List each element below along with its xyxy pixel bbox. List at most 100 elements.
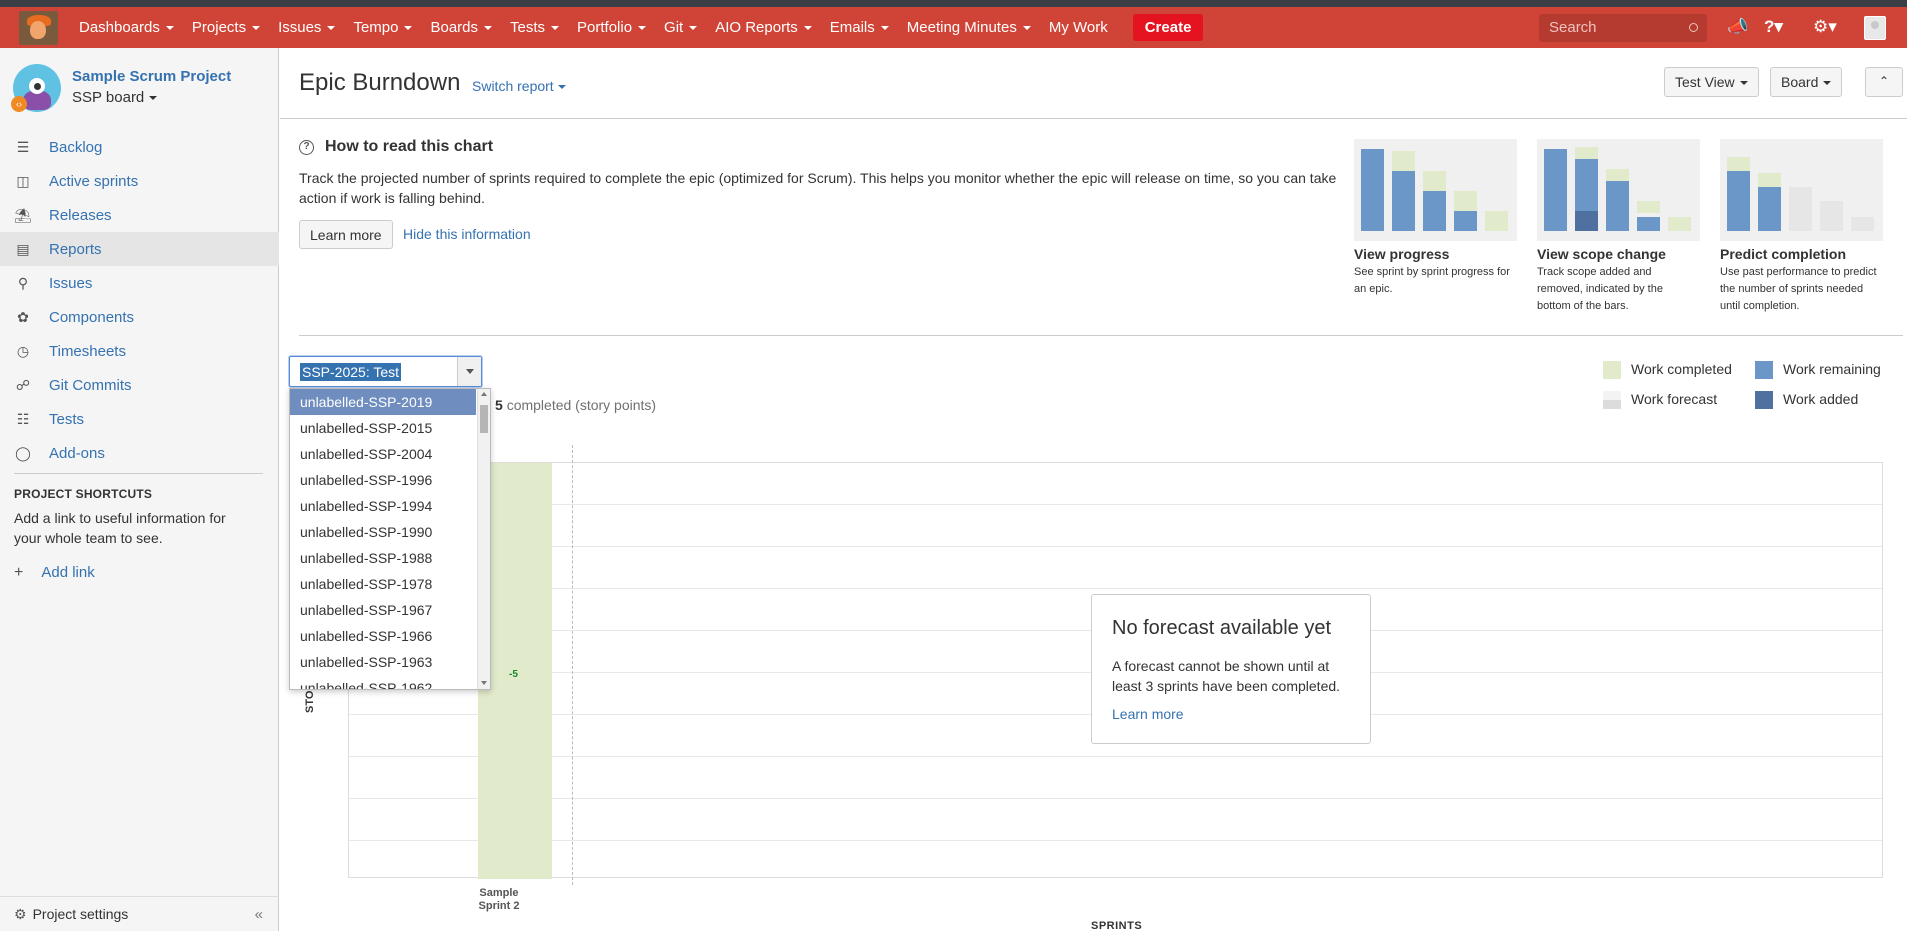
scrollbar-thumb[interactable] [480, 405, 488, 433]
legend-label: Work added [1783, 391, 1859, 407]
test-view-label: Test View [1675, 74, 1735, 90]
caret-down-icon [689, 25, 698, 30]
scroll-down-icon[interactable] [481, 681, 487, 685]
nav-boards[interactable]: Boards [421, 7, 501, 48]
project-settings-link[interactable]: ⚙ Project settings « [0, 896, 279, 931]
nav-portfolio[interactable]: Portfolio [568, 7, 655, 48]
caret-down-icon [252, 25, 261, 30]
megaphone-icon[interactable]: 📣 [1727, 17, 1748, 37]
help-menu-icon[interactable]: ?▾ [1764, 17, 1783, 37]
nav-tests[interactable]: Tests [501, 7, 568, 48]
legend-work-remaining: Work remaining [1755, 361, 1881, 380]
project-shortcuts-heading: PROJECT SHORTCUTS [14, 487, 153, 501]
dropdown-option[interactable]: unlabelled-SSP-1967 [290, 597, 476, 623]
caret-down-icon [1022, 25, 1031, 30]
sidebar-item-backlog[interactable]: ☰ Backlog [0, 130, 279, 164]
git-commits-icon: ☍ [15, 377, 31, 393]
legend-swatch [1603, 361, 1621, 380]
jira-logo-icon[interactable] [19, 11, 58, 45]
header-divider [280, 118, 1907, 119]
sidebar-item-releases[interactable]: ⛱ Releases [0, 198, 279, 232]
project-avatar[interactable]: ‹› [11, 64, 61, 112]
nav-label: Emails [829, 19, 875, 36]
dropdown-option[interactable]: unlabelled-SSP-2015 [290, 415, 476, 441]
caret-down-icon [880, 25, 889, 30]
section-divider [299, 335, 1903, 336]
caret-down-icon [557, 85, 566, 90]
grid-line [349, 840, 1882, 841]
sidebar-item-label: Tests [49, 410, 85, 428]
dropdown-option[interactable]: unlabelled-SSP-1994 [290, 493, 476, 519]
sidebar-item-issues[interactable]: ⚲ Issues [0, 266, 279, 300]
learn-more-button[interactable]: Learn more [299, 220, 393, 249]
nav-tempo[interactable]: Tempo [344, 7, 421, 48]
top-navigation: Dashboards Projects Issues Tempo Boards … [0, 7, 1907, 48]
nav-aio-reports[interactable]: AIO Reports [706, 7, 821, 48]
nav-issues[interactable]: Issues [269, 7, 344, 48]
hide-information-link[interactable]: Hide this information [403, 226, 531, 242]
epic-select-value[interactable]: SSP-2025: Test [300, 363, 402, 381]
nav-label: Meeting Minutes [906, 19, 1017, 36]
dropdown-option[interactable]: unlabelled-SSP-1996 [290, 467, 476, 493]
settings-gear-icon[interactable]: ⚙▾ [1813, 17, 1837, 37]
board-selector[interactable]: SSP board [72, 89, 158, 106]
caret-down-icon [551, 25, 560, 30]
grid-line [349, 756, 1882, 757]
grid-line [349, 588, 1882, 589]
caret-down-icon [165, 25, 174, 30]
dropdown-scrollbar[interactable] [477, 389, 490, 689]
board-button[interactable]: Board [1770, 67, 1843, 97]
dropdown-option[interactable]: unlabelled-SSP-1966 [290, 623, 476, 649]
nav-my-work[interactable]: My Work [1040, 7, 1117, 48]
collapse-header-button[interactable]: ⌃ [1865, 67, 1903, 97]
dropdown-option[interactable]: unlabelled-SSP-2004 [290, 441, 476, 467]
switch-report-button[interactable]: Switch report [472, 78, 566, 94]
dropdown-option[interactable]: unlabelled-SSP-1962 [290, 675, 476, 689]
add-link-button[interactable]: + Add link [14, 564, 95, 582]
create-button[interactable]: Create [1132, 14, 1204, 41]
no-forecast-panel: No forecast available yet A forecast can… [1091, 594, 1371, 744]
sidebar-menu: ☰ Backlog ◫ Active sprints ⛱ Releases ▤ Repo… [0, 130, 279, 470]
dropdown-option[interactable]: unlabelled-SSP-2019 [290, 389, 476, 415]
nav-dashboards[interactable]: Dashboards [70, 7, 183, 48]
no-forecast-learn-more-link[interactable]: Learn more [1112, 706, 1184, 722]
legend-work-added: Work added [1755, 391, 1859, 410]
predict-completion-title: Predict completion [1720, 246, 1847, 262]
add-ons-icon: ◯ [15, 445, 31, 461]
dropdown-option[interactable]: unlabelled-SSP-1988 [290, 545, 476, 571]
caret-down-icon [803, 25, 812, 30]
test-view-button[interactable]: Test View [1664, 67, 1759, 97]
caret-down-icon [484, 25, 492, 30]
caret-down-icon [404, 25, 413, 30]
legend-swatch [1755, 391, 1773, 410]
search-placeholder: Search [1549, 19, 1597, 36]
view-progress-thumbnail [1354, 139, 1517, 241]
user-avatar[interactable] [1864, 16, 1886, 40]
project-name-link[interactable]: Sample Scrum Project [72, 68, 231, 85]
dropdown-option[interactable]: unlabelled-SSP-1990 [290, 519, 476, 545]
search-input[interactable]: Search [1539, 14, 1707, 42]
sidebar-item-active-sprints[interactable]: ◫ Active sprints [0, 164, 279, 198]
x-axis-title: SPRINTS [1091, 920, 1143, 931]
sidebar-item-reports[interactable]: ▤ Reports [0, 232, 279, 266]
nav-git[interactable]: Git [655, 7, 706, 48]
page-title: Epic Burndown [299, 69, 461, 96]
dropdown-trigger-icon[interactable] [457, 357, 481, 386]
epic-dropdown-list[interactable]: unlabelled-SSP-2019 unlabelled-SSP-2015 … [289, 388, 491, 690]
sidebar-item-add-ons[interactable]: ◯ Add-ons [0, 436, 279, 470]
sidebar-item-git-commits[interactable]: ☍ Git Commits [0, 368, 279, 402]
sidebar-item-timesheets[interactable]: ◷ Timesheets [0, 334, 279, 368]
dropdown-option[interactable]: unlabelled-SSP-1978 [290, 571, 476, 597]
sidebar-item-components[interactable]: ✿ Components [0, 300, 279, 334]
dropdown-option[interactable]: unlabelled-SSP-1963 [290, 649, 476, 675]
scroll-up-icon[interactable] [481, 392, 487, 396]
collapse-sidebar-icon[interactable]: « [255, 906, 263, 923]
help-description: Track the projected number of sprints re… [299, 170, 1337, 206]
sidebar-item-tests[interactable]: ☷ Tests [0, 402, 279, 436]
epic-select[interactable]: SSP-2025: Test [289, 356, 482, 387]
nav-projects[interactable]: Projects [183, 7, 269, 48]
nav-meeting-minutes[interactable]: Meeting Minutes [898, 7, 1040, 48]
gear-icon: ⚙ [14, 905, 27, 922]
nav-emails[interactable]: Emails [821, 7, 898, 48]
question-icon: ? [299, 140, 314, 155]
